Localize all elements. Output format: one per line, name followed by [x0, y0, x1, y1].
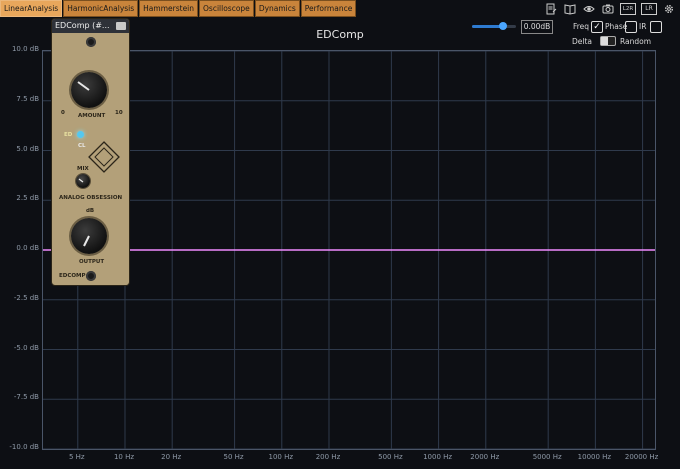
- gear-icon[interactable]: [662, 3, 676, 15]
- freq-label: Freq: [573, 22, 590, 31]
- x-tick-label: 10 Hz: [113, 453, 135, 461]
- frequency-response-plot[interactable]: [42, 50, 656, 450]
- l2r-icon[interactable]: L2R: [620, 3, 636, 15]
- x-tick-label: 10000 Hz: [577, 453, 612, 461]
- freq-checkbox[interactable]: ✓: [591, 21, 603, 33]
- amount-label: AMOUNT: [78, 113, 106, 119]
- x-tick-label: 100 Hz: [268, 453, 294, 461]
- plugin-title: EDComp (#...: [55, 21, 110, 30]
- mix-label: MIX: [77, 166, 89, 172]
- random-label: Random: [620, 37, 652, 46]
- toolbar: L2R LR: [544, 3, 676, 15]
- cl-label: CL: [78, 143, 86, 149]
- output-knob[interactable]: [71, 218, 107, 254]
- tab-harmonic-analysis[interactable]: HarmonicAnalysis: [63, 0, 139, 17]
- x-tick-label: 1000 Hz: [423, 453, 453, 461]
- ir-checkbox[interactable]: [650, 21, 662, 33]
- ir-label: IR: [639, 22, 647, 31]
- logo-emblem-icon: [88, 141, 120, 173]
- tab-dynamics[interactable]: Dynamics: [254, 0, 300, 17]
- plugin-titlebar[interactable]: EDComp (#...: [52, 19, 129, 33]
- footer-label: EDCOMP: [59, 273, 86, 279]
- screw-icon: [86, 37, 96, 47]
- y-tick-label: 10.0 dB: [11, 45, 39, 53]
- mode-led[interactable]: [77, 131, 84, 138]
- x-tick-label: 20 Hz: [161, 453, 182, 461]
- mix-knob[interactable]: [76, 174, 90, 188]
- phase-checkbox[interactable]: [625, 21, 637, 33]
- y-tick-label: 7.5 dB: [16, 94, 39, 103]
- y-tick-label: -7.5 dB: [13, 393, 39, 402]
- delta-random-toggle[interactable]: [600, 36, 616, 46]
- amount-scale-min: 0: [61, 110, 65, 116]
- tab-oscilloscope[interactable]: Oscilloscope: [199, 0, 254, 17]
- eye-icon[interactable]: [582, 3, 596, 15]
- gain-slider[interactable]: [472, 22, 516, 30]
- amount-knob[interactable]: [71, 72, 107, 108]
- brand-label: ANALOG OBSESSION: [59, 195, 123, 201]
- x-tick-label: 2000 Hz: [470, 453, 500, 461]
- tab-strip: LinearAnalysis HarmonicAnalysis Hammerst…: [0, 0, 357, 17]
- tab-performance[interactable]: Performance: [300, 0, 357, 17]
- y-tick-label: 0.0 dB: [16, 244, 39, 252]
- amount-scale-max: 10: [115, 110, 123, 116]
- book-icon[interactable]: [563, 3, 577, 15]
- pin-icon[interactable]: [116, 22, 126, 30]
- screw-icon: [86, 271, 96, 281]
- y-tick-label: -5.0 dB: [13, 343, 39, 352]
- plugin-window[interactable]: EDComp (#... 0 10 AMOUNT ED CL MIX ANALO…: [52, 19, 129, 285]
- x-tick-label: 50 Hz: [223, 453, 244, 461]
- lr-icon[interactable]: LR: [641, 3, 657, 15]
- y-tick-label: 2.5 dB: [16, 194, 39, 203]
- notes-icon[interactable]: [544, 3, 558, 15]
- x-tick-label: 5 Hz: [68, 453, 85, 461]
- x-tick-label: 500 Hz: [378, 453, 403, 461]
- camera-icon[interactable]: [601, 3, 615, 15]
- x-tick-label: 20000 Hz: [624, 453, 659, 461]
- tab-linear-analysis[interactable]: LinearAnalysis: [0, 0, 63, 17]
- x-tick-label: 200 Hz: [315, 453, 341, 461]
- output-label: OUTPUT: [79, 259, 105, 265]
- tab-hammerstein[interactable]: Hammerstein: [139, 0, 199, 17]
- delta-label: Delta: [572, 37, 593, 46]
- y-tick-label: 5.0 dB: [16, 144, 39, 153]
- ed-label: ED: [64, 132, 73, 138]
- gain-slider-handle[interactable]: [498, 22, 507, 30]
- gain-value-field[interactable]: 0.00dB: [521, 20, 553, 34]
- y-tick-label: -10.0 dB: [9, 443, 39, 451]
- y-tick-label: -2.5 dB: [13, 293, 39, 302]
- x-tick-label: 5000 Hz: [532, 453, 562, 461]
- db-label: dB: [86, 208, 95, 214]
